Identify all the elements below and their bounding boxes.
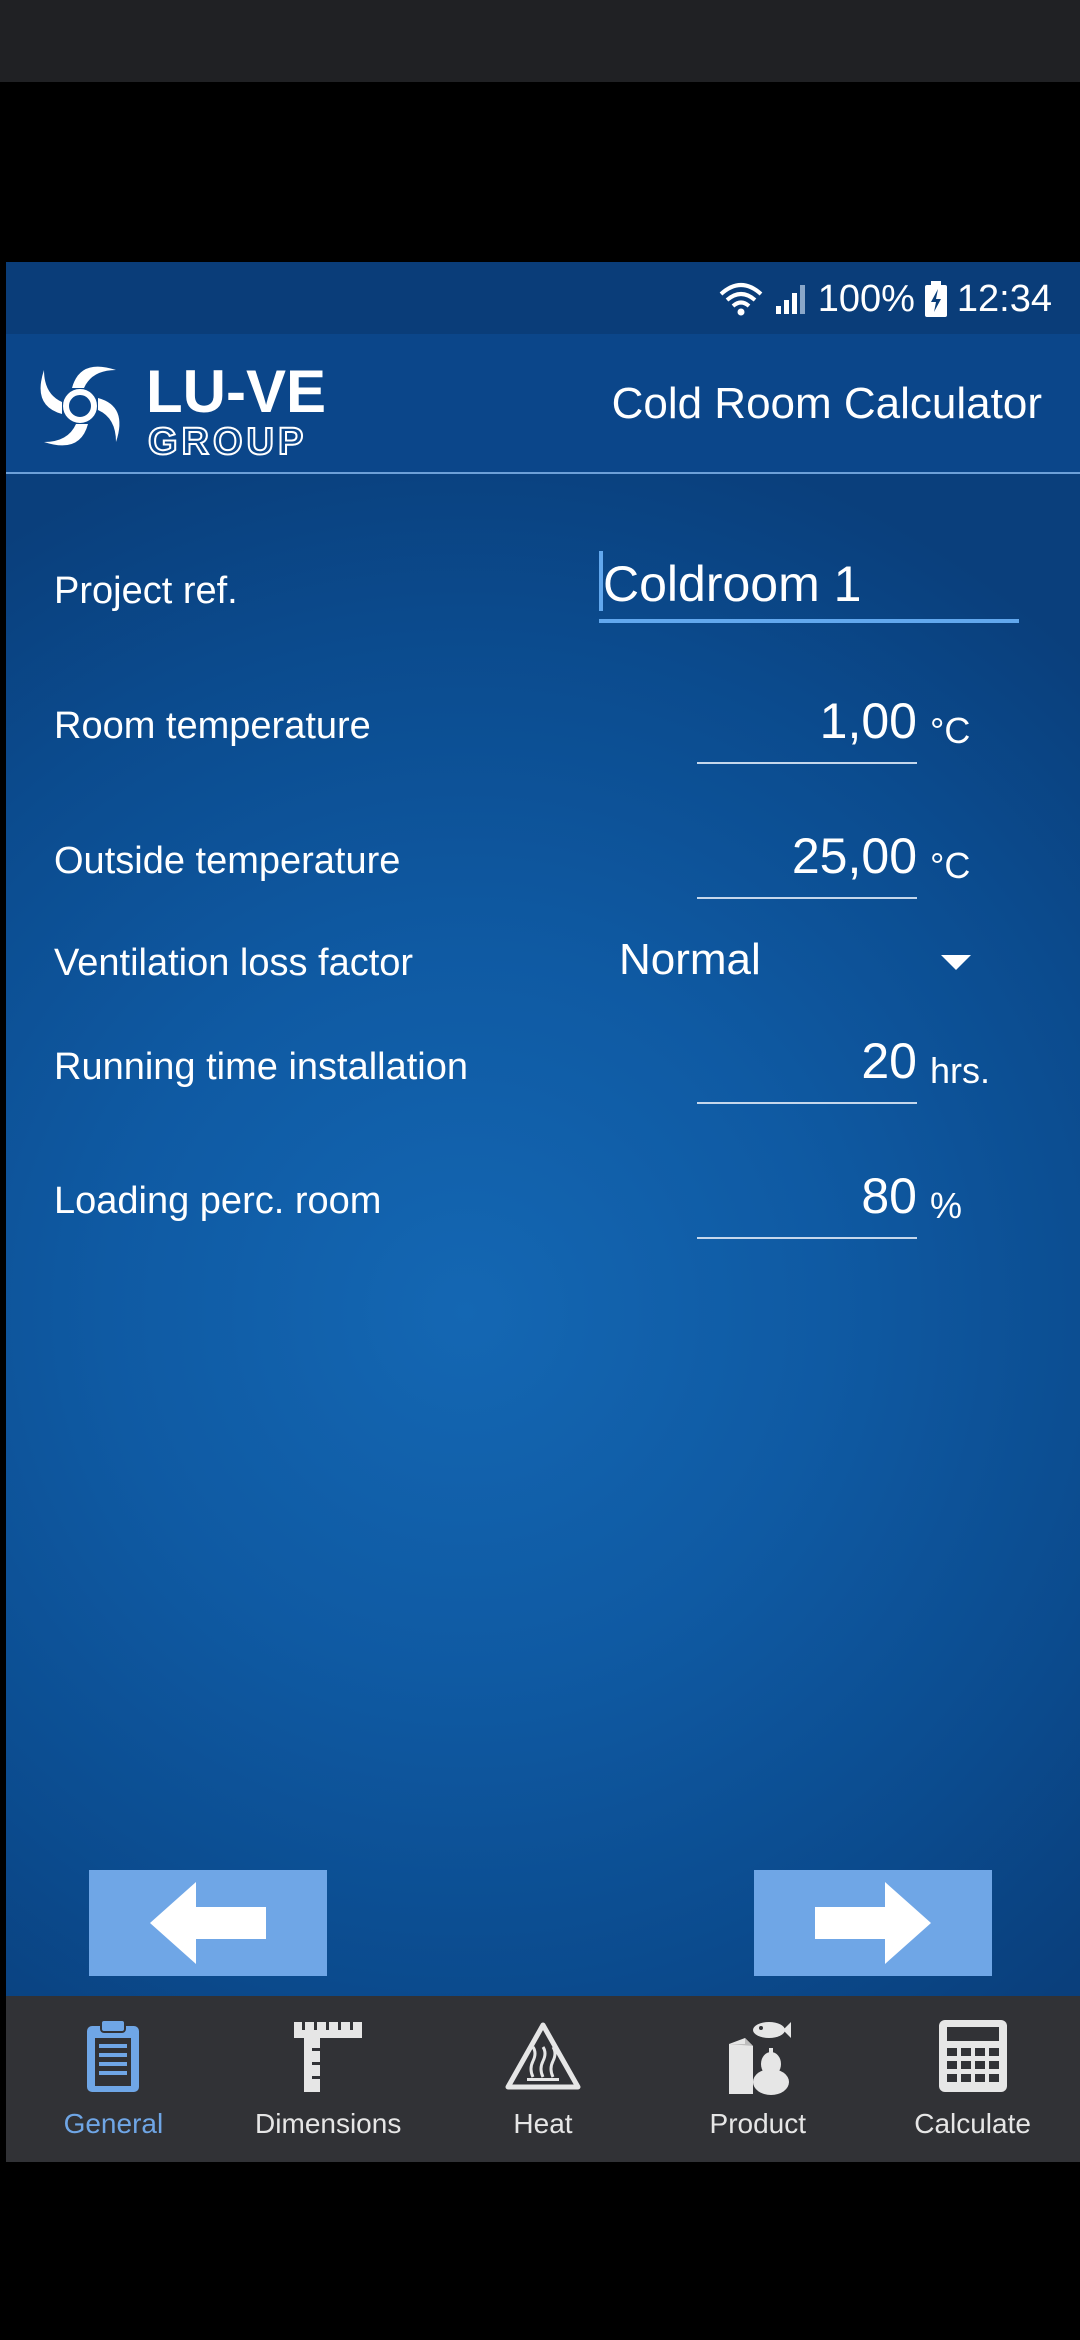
next-button[interactable] xyxy=(754,1870,992,1976)
heat-warning-icon xyxy=(505,2016,581,2096)
tab-calculate-label: Calculate xyxy=(914,2108,1031,2139)
tab-product[interactable]: Product xyxy=(650,1996,865,2162)
dropdown-arrow-icon xyxy=(941,955,971,970)
running-time-unit: hrs. xyxy=(930,1050,991,1091)
tab-calculate[interactable]: Calculate xyxy=(865,1996,1080,2162)
outside-temperature-input[interactable]: 25,00 xyxy=(697,827,917,899)
project-ref-label: Project ref. xyxy=(54,570,238,612)
project-ref-input[interactable]: Coldroom 1 xyxy=(599,547,1019,623)
clipboard-icon xyxy=(85,2016,141,2096)
running-time-input[interactable]: 20 xyxy=(697,1032,917,1104)
wifi-icon xyxy=(718,280,764,318)
tab-dimensions[interactable]: Dimensions xyxy=(221,1996,436,2162)
product-icon xyxy=(723,2016,793,2096)
outside-temperature-unit: °C xyxy=(930,845,971,886)
svg-text:LU-VE: LU-VE xyxy=(146,358,326,425)
tab-general-label: General xyxy=(63,2108,164,2139)
lu-ve-logo: LU-VE GROUP xyxy=(28,354,388,464)
battery-percentage: 100% xyxy=(817,277,915,320)
ruler-icon xyxy=(290,2016,366,2096)
arrow-right-icon xyxy=(815,1882,931,1964)
tab-heat-label: Heat xyxy=(513,2108,573,2139)
project-ref-value: Coldroom 1 xyxy=(603,556,862,612)
bottom-tab-bar: General Dimensions Heat Product Calculat… xyxy=(6,1996,1080,2162)
tab-dimensions-label: Dimensions xyxy=(255,2108,402,2139)
running-time-label: Running time installation xyxy=(54,1046,469,1088)
loading-perc-label: Loading perc. room xyxy=(54,1180,382,1222)
ventilation-loss-factor-select[interactable]: Normal xyxy=(613,935,983,995)
tab-general[interactable]: General xyxy=(6,1996,221,2162)
battery-icon xyxy=(924,281,947,317)
back-button[interactable] xyxy=(89,1870,327,1976)
ventilation-loss-factor-label: Ventilation loss factor xyxy=(54,942,414,984)
room-temperature-unit: °C xyxy=(930,710,971,751)
app-header: LU-VE GROUP Cold Room Calculator xyxy=(6,334,1080,474)
room-temperature-label: Room temperature xyxy=(54,705,371,747)
clock: 12:34 xyxy=(956,277,1052,320)
loading-perc-unit: % xyxy=(930,1185,963,1226)
arrow-left-icon xyxy=(150,1882,266,1964)
calculator-icon xyxy=(937,2016,1009,2096)
tab-heat[interactable]: Heat xyxy=(436,1996,651,2162)
signal-icon xyxy=(774,282,808,316)
app-title: Cold Room Calculator xyxy=(611,379,1042,428)
svg-text:GROUP: GROUP xyxy=(148,421,307,463)
loading-perc-input[interactable]: 80 xyxy=(697,1167,917,1239)
ventilation-loss-factor-value: Normal xyxy=(619,935,761,984)
tab-product-label: Product xyxy=(709,2108,807,2139)
outside-temperature-label: Outside temperature xyxy=(54,840,401,882)
status-bar: 100% 12:34 xyxy=(6,262,1080,334)
room-temperature-input[interactable]: 1,00 xyxy=(697,692,917,764)
top-bezel xyxy=(0,0,1080,82)
